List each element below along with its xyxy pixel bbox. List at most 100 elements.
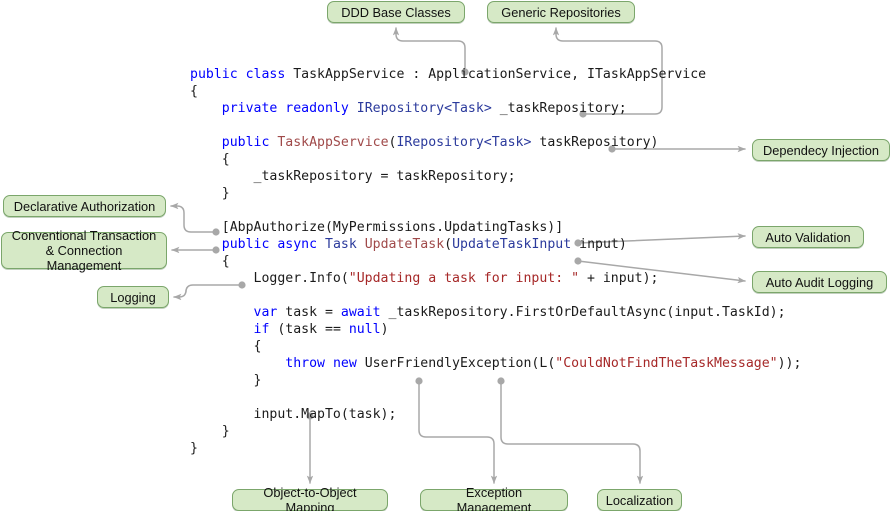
code-token: UpdateTask: [364, 237, 445, 252]
code-token: UpdateTaskInput: [452, 237, 572, 252]
annotation-box-object-to-object-mapping[interactable]: Object-to-Object Mapping: [232, 485, 388, 511]
code-token: "CouldNotFindTheTaskMessage": [555, 356, 778, 371]
code-token: readonly: [285, 101, 349, 116]
annotation-box-auto-audit-logging[interactable]: Auto Audit Logging: [752, 271, 887, 293]
code-token: }: [190, 441, 198, 456]
annotation-box-conventional-transaction[interactable]: Conventional Transaction & Connection Ma…: [1, 228, 167, 273]
code-line: {: [190, 151, 801, 168]
annotation-box-generic-repositories[interactable]: Generic Repositories: [487, 1, 635, 23]
code-line: [AbpAuthorize(MyPermissions.UpdatingTask…: [190, 219, 801, 236]
code-token: task =: [277, 305, 341, 320]
code-line: }: [190, 372, 801, 389]
code-token: input): [571, 237, 627, 252]
code-token: Logger.Info(: [190, 271, 349, 286]
diagram-canvas: public class TaskAppService : Applicatio…: [0, 0, 894, 511]
code-token: + input);: [579, 271, 659, 286]
code-token: public: [221, 237, 270, 252]
code-token: ));: [777, 356, 802, 371]
source-code-block: public class TaskAppService : Applicatio…: [190, 66, 801, 457]
code-line: private readonly IRepository<Task> _task…: [190, 100, 801, 117]
code-token: }: [190, 424, 230, 439]
code-token: _taskRepository = taskRepository;: [190, 169, 516, 184]
code-line: public async Task UpdateTask(UpdateTaskI…: [190, 236, 801, 253]
annotation-box-localization[interactable]: Localization: [597, 489, 682, 511]
code-token: [AbpAuthorize(MyPermissions.UpdatingTask…: [190, 220, 564, 235]
code-token: _taskRepository;: [491, 101, 627, 116]
annotation-label: Generic Repositories: [501, 4, 621, 20]
code-token: class: [245, 67, 286, 82]
code-line: _taskRepository = taskRepository;: [190, 168, 801, 185]
code-token: public: [190, 67, 238, 82]
annotation-label: Localization: [605, 492, 674, 508]
code-token: {: [190, 339, 262, 354]
code-line: throw new UserFriendlyException(L("Could…: [190, 355, 801, 372]
annotation-label: Dependecy Injection: [763, 142, 879, 158]
annotation-box-ddd-base-classes[interactable]: DDD Base Classes: [327, 1, 465, 23]
code-token: async: [277, 237, 318, 252]
code-token: {: [190, 152, 230, 167]
code-line: {: [190, 83, 801, 100]
code-token: Task: [325, 237, 357, 252]
annotation-box-auto-validation[interactable]: Auto Validation: [752, 226, 864, 248]
code-line: }: [190, 423, 801, 440]
annotation-label: Auto Validation: [765, 229, 851, 245]
code-line: Logger.Info("Updating a task for input: …: [190, 270, 801, 287]
code-token: new: [332, 356, 357, 371]
code-line: }: [190, 440, 801, 457]
code-token: }: [190, 186, 230, 201]
code-token: taskRepository): [531, 135, 659, 150]
code-token: TaskAppService : ApplicationService, ITa…: [285, 67, 707, 82]
code-token: (task ==: [269, 322, 349, 337]
code-line: public class TaskAppService : Applicatio…: [190, 66, 801, 83]
code-token: IRepository<Task>: [396, 135, 532, 150]
code-token: var: [253, 305, 278, 320]
annotation-label: Auto Audit Logging: [765, 274, 874, 290]
annotation-box-exception-management[interactable]: Exception Management: [420, 485, 568, 511]
annotation-label: Logging: [110, 289, 156, 305]
annotation-label: DDD Base Classes: [341, 4, 451, 20]
annotation-box-declarative-authorization[interactable]: Declarative Authorization: [3, 195, 166, 217]
code-token: TaskAppService: [277, 135, 389, 150]
code-token: await: [340, 305, 381, 320]
code-token: if: [253, 322, 270, 337]
code-line: if (task == null): [190, 321, 801, 338]
annotation-label: Conventional Transaction & Connection Ma…: [11, 228, 157, 273]
code-token: null: [348, 322, 381, 337]
annotation-box-dependecy-injection[interactable]: Dependecy Injection: [752, 139, 890, 161]
code-line: {: [190, 253, 801, 270]
code-token: private: [221, 101, 278, 116]
code-token: throw: [285, 356, 325, 371]
code-token: (: [444, 237, 453, 252]
code-token: _taskRepository.FirstOrDefaultAsync(inpu…: [380, 305, 786, 320]
code-line: {: [190, 338, 801, 355]
code-line: }: [190, 185, 801, 202]
annotation-box-logging[interactable]: Logging: [97, 286, 169, 308]
code-token: ): [380, 322, 389, 337]
code-token: input.MapTo(task);: [190, 407, 397, 422]
code-line: input.MapTo(task);: [190, 406, 801, 423]
code-token: UserFriendlyException(L(: [356, 356, 556, 371]
annotation-label: Declarative Authorization: [13, 198, 156, 214]
code-line: public TaskAppService(IRepository<Task> …: [190, 134, 801, 151]
annotation-label: Exception Management: [456, 485, 532, 511]
code-token: {: [190, 254, 230, 269]
code-line: var task = await _taskRepository.FirstOr…: [190, 304, 801, 321]
code-token: "Updating a task for input: ": [348, 271, 580, 286]
code-token: public: [221, 135, 270, 150]
code-token: }: [190, 373, 262, 388]
